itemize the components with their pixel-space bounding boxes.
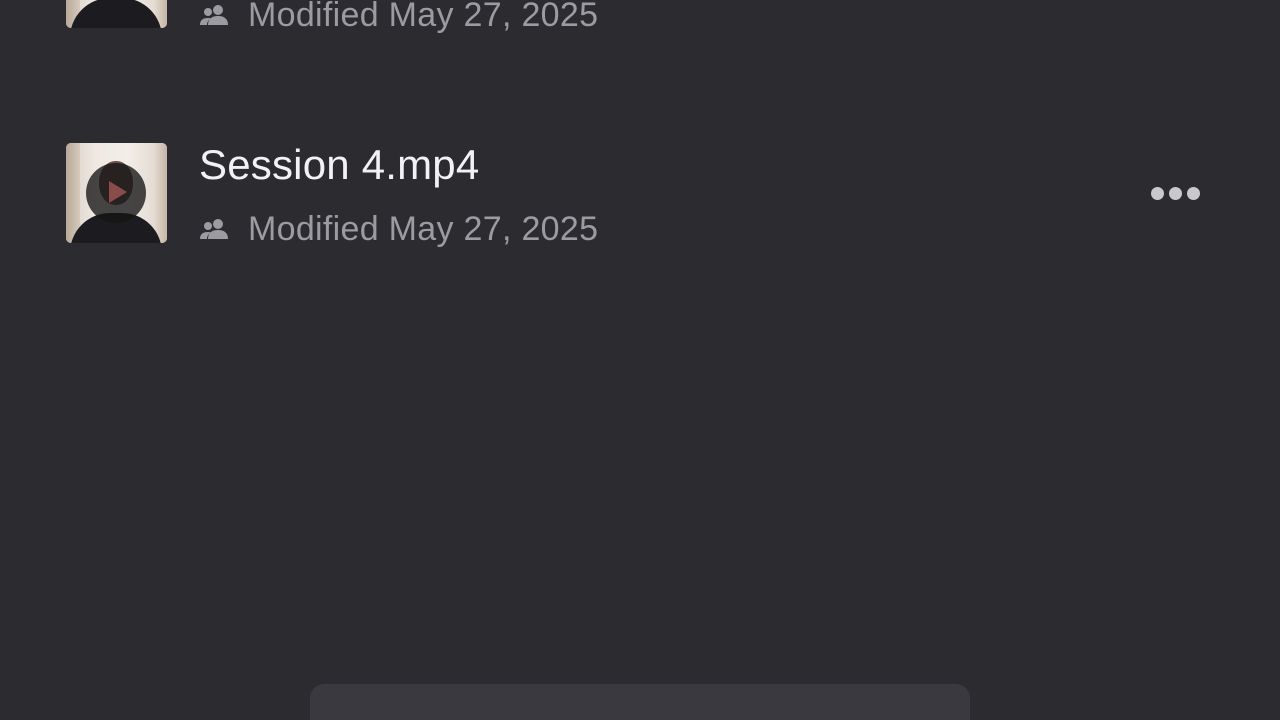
file-name: Session 4.mp4: [199, 141, 480, 188]
file-row[interactable]: Modified May 27, 2025: [0, 0, 1280, 38]
ellipsis-icon: [1150, 186, 1164, 200]
bottom-toolbar[interactable]: [310, 684, 970, 720]
file-list-screen: Modified May 27, 2025 Session 4.mp4 Modi…: [0, 0, 1280, 720]
people-icon: [200, 219, 228, 239]
people-icon: [200, 5, 228, 25]
video-thumbnail[interactable]: [66, 143, 167, 243]
file-meta: Modified May 27, 2025: [199, 0, 598, 35]
modified-date: Modified May 27, 2025: [248, 209, 599, 248]
file-row[interactable]: Session 4.mp4 Modified May 27, 2025: [0, 141, 1280, 253]
file-meta: Modified May 27, 2025: [199, 209, 598, 249]
modified-date: Modified May 27, 2025: [248, 0, 599, 34]
video-thumbnail[interactable]: [66, 0, 167, 28]
more-options-button[interactable]: [1146, 178, 1204, 208]
